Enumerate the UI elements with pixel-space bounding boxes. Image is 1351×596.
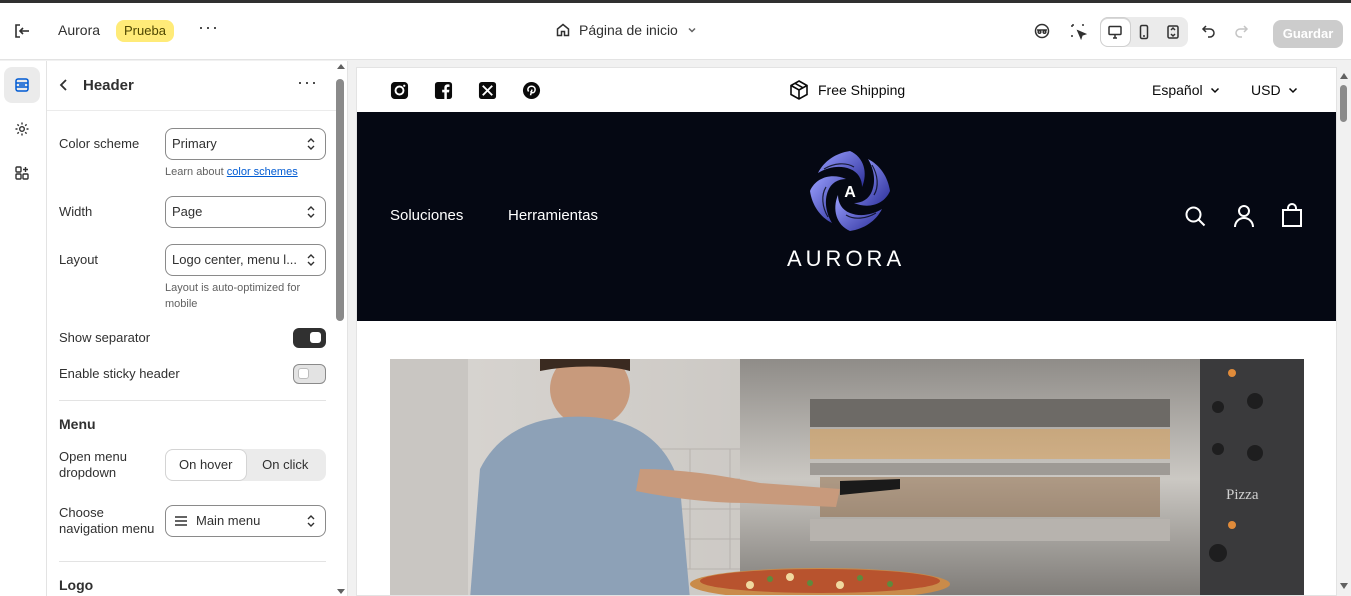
scroll-down-icon bbox=[337, 589, 345, 594]
apps-icon[interactable] bbox=[4, 155, 40, 191]
announcement-bar: Free Shipping Español USD bbox=[357, 68, 1336, 112]
store-header: Soluciones Herramientas A AURORA bbox=[357, 112, 1336, 321]
logo-section-title: Logo bbox=[59, 577, 94, 593]
select-chevron-icon bbox=[307, 515, 315, 527]
nav-link-herramientas[interactable]: Herramientas bbox=[508, 207, 598, 224]
more-actions-icon[interactable]: ··· bbox=[198, 18, 218, 40]
language-selector[interactable]: Español bbox=[1152, 82, 1221, 98]
on-click-option[interactable]: On click bbox=[246, 450, 326, 480]
pinterest-icon[interactable] bbox=[522, 81, 541, 100]
layout-select[interactable]: Logo center, menu l... bbox=[165, 244, 326, 276]
sections-icon[interactable] bbox=[4, 67, 40, 103]
nav-menu-value: Main menu bbox=[196, 513, 261, 528]
undo-icon[interactable] bbox=[1195, 17, 1223, 45]
device-toggle bbox=[1100, 17, 1188, 47]
theme-status-badge: Prueba bbox=[116, 20, 174, 42]
nav-link-soluciones[interactable]: Soluciones bbox=[390, 207, 463, 224]
panel-more-icon[interactable]: ··· bbox=[297, 73, 318, 91]
nav-menu-select[interactable]: Main menu bbox=[165, 505, 326, 537]
logo-letter: A bbox=[844, 184, 856, 201]
width-select[interactable]: Page bbox=[165, 196, 326, 228]
show-separator-toggle[interactable] bbox=[293, 328, 326, 348]
color-scheme-help: Learn about color schemes bbox=[165, 166, 298, 178]
select-element-icon[interactable] bbox=[1064, 17, 1092, 45]
section-divider bbox=[59, 400, 326, 401]
settings-panel: Header ··· Color scheme Primary Learn ab… bbox=[47, 61, 348, 596]
layout-help: Layout is auto-optimized for mobile bbox=[165, 282, 301, 310]
panel-title: Header bbox=[83, 77, 134, 94]
language-value: Español bbox=[1152, 82, 1203, 98]
chevron-down-icon bbox=[1288, 87, 1297, 94]
home-icon bbox=[556, 23, 570, 37]
layout-value: Logo center, menu l... bbox=[172, 252, 298, 267]
chevron-down-icon bbox=[688, 27, 696, 33]
settings-gear-icon[interactable] bbox=[4, 111, 40, 147]
on-hover-option[interactable]: On hover bbox=[166, 450, 246, 480]
sticky-header-label: Enable sticky header bbox=[59, 366, 180, 381]
section-divider bbox=[59, 561, 326, 562]
cart-icon[interactable] bbox=[1281, 203, 1303, 227]
currency-selector[interactable]: USD bbox=[1251, 82, 1299, 98]
color-scheme-label: Color scheme bbox=[59, 136, 140, 151]
select-chevron-icon bbox=[307, 254, 315, 266]
chevron-down-icon bbox=[1210, 87, 1219, 94]
mobile-view-icon[interactable] bbox=[1130, 18, 1159, 46]
preview-scrollbar[interactable] bbox=[1337, 61, 1351, 596]
open-menu-segmented: On hover On click bbox=[165, 449, 326, 481]
free-shipping-announcement: Free Shipping bbox=[788, 79, 905, 101]
panel-header: Header ··· bbox=[47, 61, 337, 111]
preview-scroll-thumb[interactable] bbox=[1340, 85, 1347, 122]
package-icon bbox=[790, 80, 808, 100]
instagram-icon[interactable] bbox=[390, 81, 409, 100]
select-chevron-icon bbox=[307, 138, 315, 150]
store-preview: Free Shipping Español USD Soluciones Her… bbox=[356, 67, 1337, 596]
redo-icon[interactable] bbox=[1227, 17, 1255, 45]
currency-value: USD bbox=[1251, 82, 1281, 98]
save-button[interactable]: Guardar bbox=[1273, 20, 1343, 48]
open-menu-label: Open menu dropdown bbox=[59, 449, 127, 480]
store-name: Aurora bbox=[58, 22, 101, 38]
back-chevron-icon[interactable] bbox=[57, 76, 73, 94]
exit-icon[interactable] bbox=[12, 21, 32, 41]
color-scheme-select[interactable]: Primary bbox=[165, 128, 326, 160]
width-label: Width bbox=[59, 204, 93, 219]
show-separator-label: Show separator bbox=[59, 330, 151, 345]
aurora-logo-icon[interactable]: A bbox=[806, 147, 894, 235]
nav-menu-label: Choose navigation menu bbox=[59, 505, 155, 536]
pizza-chef-photo: Pizza bbox=[390, 359, 1304, 595]
scroll-up-icon bbox=[337, 64, 345, 69]
page-selector[interactable]: Página de inicio bbox=[555, 22, 698, 38]
editor-sidebar-rail bbox=[0, 61, 47, 596]
announcement-text: Free Shipping bbox=[818, 82, 906, 98]
menu-section-title: Menu bbox=[59, 416, 96, 432]
desktop-view-icon[interactable] bbox=[1101, 18, 1130, 46]
color-schemes-link[interactable]: color schemes bbox=[227, 166, 298, 178]
account-icon[interactable] bbox=[1233, 204, 1255, 228]
hero-image: Pizza bbox=[390, 359, 1304, 595]
oven-sign-text: Pizza bbox=[1226, 487, 1259, 503]
logo-wordmark: AURORA bbox=[787, 246, 906, 271]
facebook-icon[interactable] bbox=[434, 81, 453, 100]
menu-lines-icon bbox=[175, 516, 187, 526]
color-scheme-value: Primary bbox=[172, 136, 217, 151]
select-chevron-icon bbox=[307, 206, 315, 218]
inspector-icon[interactable] bbox=[1028, 17, 1056, 45]
sticky-header-toggle[interactable] bbox=[293, 364, 326, 384]
search-icon[interactable] bbox=[1184, 205, 1206, 227]
fullscreen-icon[interactable] bbox=[1158, 18, 1187, 46]
layout-label: Layout bbox=[59, 252, 99, 267]
page-selector-label: Página de inicio bbox=[579, 22, 678, 38]
editor-topbar: Aurora Prueba ··· Página de inicio Guard… bbox=[0, 3, 1351, 60]
width-value: Page bbox=[172, 204, 203, 219]
panel-scroll-thumb[interactable] bbox=[336, 79, 344, 321]
x-twitter-icon[interactable] bbox=[478, 81, 497, 100]
